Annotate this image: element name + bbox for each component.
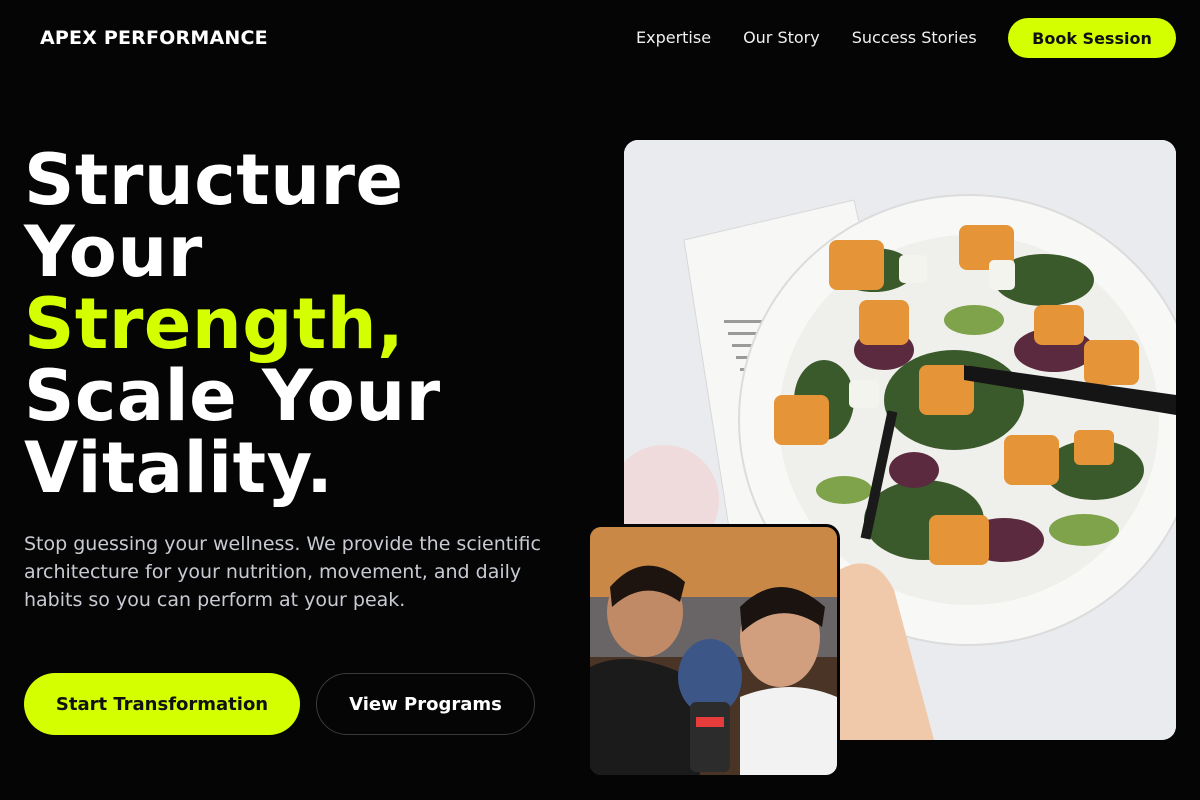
hero-title-line-2: Your	[24, 211, 203, 293]
hero-title: Structure Your Strength, Scale Your Vita…	[24, 144, 441, 504]
nav-link-our-story[interactable]: Our Story	[743, 28, 820, 47]
hero-title-line-5: Vitality.	[24, 427, 334, 509]
top-nav: APEX PERFORMANCE Expertise Our Story Suc…	[0, 0, 1200, 76]
view-programs-button[interactable]: View Programs	[316, 673, 535, 735]
hero-title-line-4: Scale Your	[24, 355, 441, 437]
book-session-button[interactable]: Book Session	[1008, 18, 1176, 58]
hero-title-line-1: Structure	[24, 139, 404, 221]
hero-title-accent: Strength,	[24, 283, 405, 365]
hero-subtitle: Stop guessing your wellness. We provide …	[24, 533, 541, 611]
start-transformation-button[interactable]: Start Transformation	[24, 673, 300, 735]
boxing-partners-photo	[587, 524, 840, 778]
nav-links: Expertise Our Story Success Stories	[636, 28, 1009, 47]
brand-logo[interactable]: APEX PERFORMANCE	[40, 27, 268, 49]
nav-link-expertise[interactable]: Expertise	[636, 28, 711, 47]
boxing-illustration	[590, 527, 837, 775]
nav-link-success-stories[interactable]: Success Stories	[852, 28, 977, 47]
